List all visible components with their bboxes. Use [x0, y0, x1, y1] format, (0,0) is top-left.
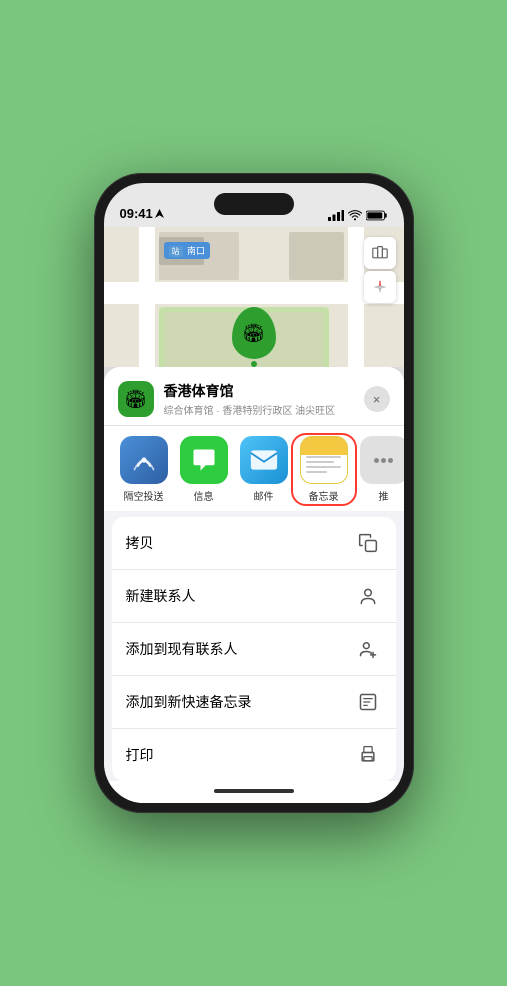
- compass-icon: [373, 280, 387, 294]
- map-road: [139, 227, 155, 367]
- action-quick-note[interactable]: 添加到新快速备忘录: [112, 676, 396, 729]
- share-close-button[interactable]: ×: [364, 386, 390, 412]
- print-label: 打印: [126, 745, 154, 765]
- battery-icon: [366, 210, 388, 221]
- map-type-button[interactable]: [364, 237, 396, 269]
- status-time: 09:41: [120, 206, 164, 221]
- location-pin: 🏟 香港体育馆: [229, 307, 279, 367]
- apps-row: 隔空投送 信息: [104, 425, 404, 511]
- mail-svg: [250, 449, 278, 471]
- close-label: ×: [373, 392, 381, 407]
- messages-label: 信息: [194, 488, 214, 503]
- share-sheet: 🏟 香港体育馆 综合体育馆 · 香港特别行政区 油尖旺区 ×: [104, 367, 404, 803]
- map-block: [289, 232, 344, 280]
- signal-icon: [328, 210, 344, 221]
- print-icon: [354, 741, 382, 769]
- airdrop-icon: [120, 436, 168, 484]
- map-label-text: 南口: [187, 246, 205, 256]
- status-icons: [328, 210, 388, 221]
- map-controls: [364, 237, 396, 303]
- venue-info: 香港体育馆 综合体育馆 · 香港特别行政区 油尖旺区: [164, 381, 354, 417]
- compass-button[interactable]: [364, 271, 396, 303]
- airdrop-label: 隔空投送: [124, 488, 164, 503]
- person-svg: [358, 586, 378, 606]
- copy-label: 拷贝: [126, 533, 154, 553]
- more-label: 推: [379, 488, 389, 503]
- action-print[interactable]: 打印: [112, 729, 396, 781]
- venue-name: 香港体育馆: [164, 381, 354, 401]
- print-svg: [358, 745, 378, 765]
- app-item-notes[interactable]: 备忘录: [294, 436, 354, 503]
- app-item-airdrop[interactable]: 隔空投送: [114, 436, 174, 503]
- map-road: [348, 227, 364, 367]
- venue-subtitle: 综合体育馆 · 香港特别行政区 油尖旺区: [164, 402, 354, 417]
- notes-icon: [300, 436, 348, 484]
- map-area: 站 南口: [104, 227, 404, 367]
- more-icon: [360, 436, 404, 484]
- quick-note-icon: [354, 688, 382, 716]
- bottom-safe-area: [104, 781, 404, 803]
- new-contact-label: 新建联系人: [126, 586, 196, 606]
- pin-icon: 🏟: [232, 307, 276, 359]
- dynamic-island: [214, 193, 294, 215]
- copy-icon: [354, 529, 382, 557]
- app-item-mail[interactable]: 邮件: [234, 436, 294, 503]
- messages-svg: [190, 446, 218, 474]
- venue-icon-symbol: 🏟: [124, 389, 147, 410]
- notes-label: 备忘录: [309, 488, 339, 503]
- action-copy[interactable]: 拷贝: [112, 517, 396, 570]
- airdrop-svg: [131, 447, 157, 473]
- app-item-more[interactable]: 推: [354, 436, 404, 503]
- map-background: 站 南口: [104, 227, 404, 367]
- map-type-icon: [372, 245, 388, 261]
- wifi-icon: [348, 210, 362, 221]
- map-label: 站 南口: [164, 242, 211, 259]
- copy-svg: [358, 533, 378, 553]
- new-contact-icon: [354, 582, 382, 610]
- share-header: 🏟 香港体育馆 综合体育馆 · 香港特别行政区 油尖旺区 ×: [104, 367, 404, 425]
- venue-icon: 🏟: [118, 381, 154, 417]
- action-add-contact[interactable]: 添加到现有联系人: [112, 623, 396, 676]
- location-arrow-icon: [155, 209, 164, 218]
- mail-icon: [240, 436, 288, 484]
- action-list: 拷贝 新建联系人: [112, 517, 396, 781]
- add-contact-label: 添加到现有联系人: [126, 639, 238, 659]
- person-add-svg: [358, 639, 378, 659]
- time-display: 09:41: [120, 206, 153, 221]
- messages-icon: [180, 436, 228, 484]
- stadium-icon: 🏟: [242, 323, 265, 344]
- quick-note-label: 添加到新快速备忘录: [126, 692, 252, 712]
- phone-screen: 09:41: [104, 183, 404, 803]
- phone-frame: 09:41: [94, 173, 414, 813]
- app-item-messages[interactable]: 信息: [174, 436, 234, 503]
- action-new-contact[interactable]: 新建联系人: [112, 570, 396, 623]
- mail-label: 邮件: [254, 488, 274, 503]
- add-contact-icon: [354, 635, 382, 663]
- home-indicator: [214, 789, 294, 793]
- note-svg: [358, 692, 378, 712]
